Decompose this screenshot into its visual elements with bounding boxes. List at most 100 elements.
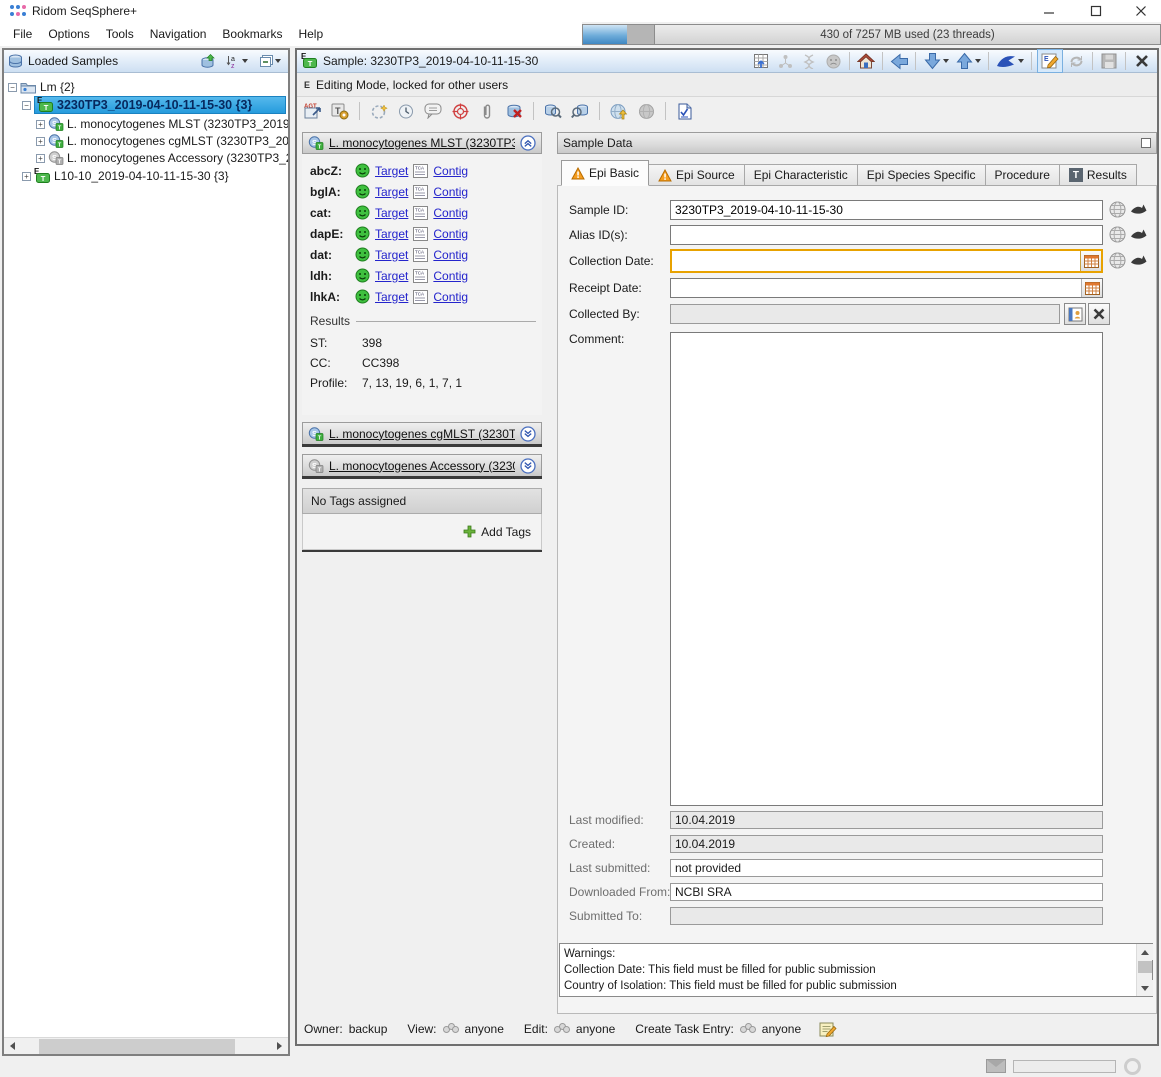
tab-results[interactable]: T Results bbox=[1060, 164, 1137, 186]
menu-tools[interactable]: Tools bbox=[99, 24, 141, 44]
expand-toggle[interactable]: + bbox=[36, 137, 45, 146]
task-template-settings-button[interactable]: T bbox=[329, 100, 351, 122]
collapse-toggle[interactable]: − bbox=[8, 83, 17, 92]
scroll-up-button[interactable] bbox=[1137, 944, 1153, 960]
report-button[interactable] bbox=[674, 100, 696, 122]
expand-toggle[interactable]: + bbox=[36, 120, 45, 129]
close-panel-button[interactable] bbox=[1131, 50, 1153, 72]
scroll-left-button[interactable] bbox=[4, 1038, 21, 1054]
target-link[interactable]: Target bbox=[375, 269, 408, 283]
collection-date-input[interactable] bbox=[672, 251, 1080, 271]
selected-tree-item[interactable]: E T 3230TP3_2019-04-10-11-15-30 {3} bbox=[34, 96, 286, 114]
comment-button[interactable] bbox=[422, 100, 444, 122]
maximize-button[interactable] bbox=[1073, 0, 1118, 22]
scrollbar-thumb[interactable] bbox=[1138, 961, 1152, 973]
reprocess-button[interactable] bbox=[368, 100, 390, 122]
collected-by-contact-button[interactable] bbox=[1064, 303, 1086, 325]
tree-row-sample-selected[interactable]: − E T 3230TP3_2019-04-10-11-15-30 {3} bbox=[22, 96, 286, 114]
accessory-panel-title-link[interactable]: L. monocytogenes Accessory (3230... bbox=[329, 459, 515, 473]
download-from-server-button-disabled[interactable] bbox=[635, 100, 657, 122]
menu-file[interactable]: File bbox=[6, 24, 39, 44]
collected-by-clear-button[interactable] bbox=[1088, 303, 1110, 325]
scroll-right-button[interactable] bbox=[271, 1038, 288, 1054]
submit-table-button[interactable] bbox=[750, 50, 772, 72]
horizontal-scrollbar[interactable] bbox=[4, 1037, 288, 1054]
tree-row-accessory[interactable]: + S T L. monocytogenes Accessory (3230TP… bbox=[36, 149, 288, 167]
load-samples-button[interactable] bbox=[196, 50, 218, 72]
scroll-down-button[interactable] bbox=[1137, 980, 1153, 996]
target-link[interactable]: Target bbox=[375, 206, 408, 220]
tree-row-cgmlst[interactable]: + S T L. monocytogenes cgMLST (3230TP3_2… bbox=[36, 132, 288, 150]
target-button[interactable] bbox=[449, 100, 471, 122]
mlst-panel-title-link[interactable]: L. monocytogenes MLST (3230TP3_2... bbox=[329, 136, 515, 150]
menu-options[interactable]: Options bbox=[41, 24, 96, 44]
add-tags-button[interactable]: Add Tags bbox=[481, 525, 531, 539]
warnings-scrollbar[interactable] bbox=[1136, 944, 1152, 996]
save-button-disabled[interactable] bbox=[1098, 50, 1120, 72]
scrollbar-thumb[interactable] bbox=[39, 1039, 235, 1054]
menu-help[interactable]: Help bbox=[291, 24, 330, 44]
collection-date-calendar-button[interactable] bbox=[1080, 251, 1101, 271]
sort-button[interactable]: az bbox=[223, 50, 251, 72]
tab-epi-characteristic[interactable]: Epi Characteristic bbox=[745, 164, 858, 186]
audit-swoosh-icon[interactable] bbox=[1130, 228, 1148, 241]
alias-ids-input[interactable] bbox=[670, 225, 1103, 245]
dna-button-disabled[interactable] bbox=[798, 50, 820, 72]
globe-icon[interactable] bbox=[1109, 226, 1126, 243]
search-database-alt-button[interactable] bbox=[569, 100, 591, 122]
face-button-disabled[interactable] bbox=[822, 50, 844, 72]
receipt-date-calendar-button[interactable] bbox=[1081, 279, 1102, 297]
contig-link[interactable]: Contig bbox=[433, 248, 468, 262]
history-button[interactable] bbox=[395, 100, 417, 122]
menu-navigation[interactable]: Navigation bbox=[143, 24, 214, 44]
cgmlst-panel-title-link[interactable]: L. monocytogenes cgMLST (3230TP3... bbox=[329, 427, 515, 441]
remove-from-database-button[interactable] bbox=[503, 100, 525, 122]
sample-id-input[interactable] bbox=[670, 200, 1103, 220]
target-link[interactable]: Target bbox=[375, 164, 408, 178]
collapse-all-button[interactable] bbox=[256, 50, 284, 72]
comment-textarea[interactable] bbox=[670, 332, 1103, 806]
back-button[interactable] bbox=[888, 50, 910, 72]
contig-link[interactable]: Contig bbox=[433, 269, 468, 283]
home-button[interactable] bbox=[855, 50, 877, 72]
target-link[interactable]: Target bbox=[375, 248, 408, 262]
tree-view-button-disabled[interactable] bbox=[774, 50, 796, 72]
expand-panel-icon[interactable] bbox=[520, 458, 536, 474]
submit-to-server-button[interactable] bbox=[608, 100, 630, 122]
expand-toggle[interactable]: + bbox=[22, 172, 31, 181]
tab-epi-species-specific[interactable]: Epi Species Specific bbox=[858, 164, 986, 186]
contig-link[interactable]: Contig bbox=[433, 185, 468, 199]
maximize-panel-icon[interactable] bbox=[1141, 138, 1151, 148]
navigate-down-button[interactable] bbox=[921, 50, 951, 72]
attachment-button[interactable] bbox=[476, 100, 498, 122]
expand-toggle[interactable]: + bbox=[36, 154, 45, 163]
minimize-button[interactable] bbox=[1026, 0, 1071, 22]
tab-procedure[interactable]: Procedure bbox=[986, 164, 1060, 186]
globe-icon[interactable] bbox=[1109, 201, 1126, 218]
contig-link[interactable]: Contig bbox=[433, 227, 468, 241]
audit-swoosh-icon[interactable] bbox=[1130, 254, 1148, 267]
receipt-date-input[interactable] bbox=[671, 279, 1081, 297]
tab-epi-basic[interactable]: Epi Basic bbox=[561, 160, 649, 186]
target-link[interactable]: Target bbox=[375, 227, 408, 241]
tree-row-lm[interactable]: − Lm {2} bbox=[8, 78, 75, 96]
audit-swoosh-icon[interactable] bbox=[1130, 203, 1148, 216]
expand-panel-icon[interactable] bbox=[520, 426, 536, 442]
refresh-button-disabled[interactable] bbox=[1065, 50, 1087, 72]
tab-epi-source[interactable]: Epi Source bbox=[649, 164, 745, 186]
close-button[interactable] bbox=[1118, 0, 1161, 22]
navigate-up-button[interactable] bbox=[953, 50, 983, 72]
search-database-button[interactable] bbox=[542, 100, 564, 122]
export-assembly-button[interactable]: AGT bbox=[302, 100, 324, 122]
collapse-toggle[interactable]: − bbox=[22, 101, 31, 110]
contig-link[interactable]: Contig bbox=[433, 206, 468, 220]
target-link[interactable]: Target bbox=[375, 185, 408, 199]
tree-row-mlst[interactable]: + S T L. monocytogenes MLST (3230TP3_201… bbox=[36, 115, 288, 133]
contig-link[interactable]: Contig bbox=[433, 164, 468, 178]
edit-permissions-icon[interactable] bbox=[819, 1021, 837, 1038]
goto-analysis-button[interactable] bbox=[994, 50, 1026, 72]
edit-mode-button-active[interactable]: E bbox=[1037, 49, 1063, 73]
collapse-panel-icon[interactable] bbox=[520, 135, 536, 151]
target-link[interactable]: Target bbox=[375, 290, 408, 304]
menu-bookmarks[interactable]: Bookmarks bbox=[215, 24, 289, 44]
